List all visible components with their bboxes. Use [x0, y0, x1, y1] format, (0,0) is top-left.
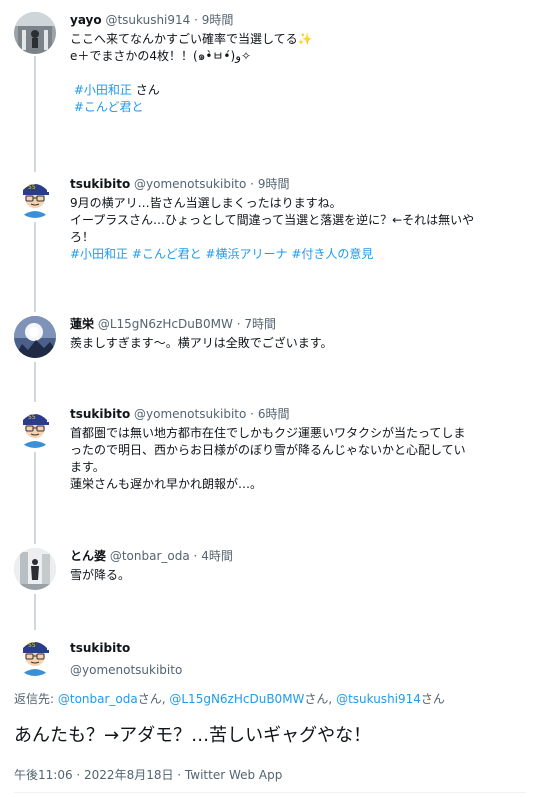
thread-line [34, 222, 36, 312]
tweet-text: 首都圏では無い地方都市在住でしかもクジ運悪いワタクシが当たってしま ったので明日… [70, 425, 530, 493]
user-handle[interactable]: @tonbar_oda [110, 549, 190, 563]
display-name[interactable]: 蓮栄 [70, 317, 94, 331]
tweet-header: 蓮栄 @L15gN6zHcDuB0MW · 7時間 [70, 316, 530, 332]
display-name[interactable]: tsukibito [70, 640, 530, 656]
hashtag-row: #小田和正 #こんど君と #横浜アリーナ #付き人の意見 [70, 246, 530, 263]
tweet-text: ここへ来てなんかすごい確率で当選してる✨ e＋でまさかの4枚！！(๑•̀ㅂ•́)… [70, 31, 530, 116]
tweet-line: 雪が降る。 [70, 568, 131, 582]
tweet-line: ったので明日、西からお日様がのぼり雪が降るんじゃないかと心配してい [70, 443, 466, 457]
tweet-line: ここへ来てなんかすごい確率で当選してる✨ [70, 32, 313, 46]
avatar-cartoon-tsukibito[interactable]: 55 [14, 634, 56, 676]
hashtag-link[interactable]: #横浜アリーナ [205, 247, 287, 261]
tweet-text: 雪が降る。 [70, 567, 530, 584]
tweet-line: 9月の横アリ…皆さん当選しまくったはりますね。 [70, 196, 342, 210]
separator-dot: · [250, 177, 254, 191]
display-name[interactable]: tsukibito [70, 177, 130, 191]
timestamp[interactable]: 9時間 [202, 13, 234, 27]
tweet-line: #こんど君と [70, 99, 530, 116]
svg-text:55: 55 [28, 184, 36, 191]
replying-to: 返信先: @tonbar_odaさん, @L15gN6zHcDuB0MWさん, … [14, 690, 445, 707]
hashtag-link[interactable]: #小田和正 [70, 247, 128, 261]
avatar-cartoon-tsukibito[interactable]: 55 [14, 406, 56, 448]
tweet-line: 蓮栄さんも遅かれ早かれ朗報が…。 [70, 477, 263, 491]
display-name[interactable]: とん婆 [70, 549, 106, 563]
tweet-timestamp-source[interactable]: 午後11:06 · 2022年8月18日 · Twitter Web App [14, 766, 282, 783]
hashtag-link[interactable]: #こんど君と [132, 247, 202, 261]
reply-user-link[interactable]: @tonbar_oda [58, 692, 138, 706]
avatar-photo-tonbaa[interactable] [14, 548, 56, 590]
avatar-cartoon-tsukibito[interactable]: 55 [14, 176, 56, 218]
user-handle[interactable]: @yomenotsukibito [134, 177, 246, 191]
user-handle[interactable]: @yomenotsukibito [70, 662, 530, 678]
user-handle[interactable]: @tsukushi914 [105, 13, 190, 27]
thread-line [34, 56, 36, 172]
separator-dot: · [250, 407, 254, 421]
display-name[interactable]: yayo [70, 13, 102, 27]
tweet-header: yayo @tsukushi914 · 9時間 [70, 12, 530, 28]
divider [14, 792, 526, 793]
tweet-header: tsukibito @yomenotsukibito · 9時間 [70, 176, 530, 192]
separator-dot: · [193, 549, 198, 563]
display-name[interactable]: tsukibito [70, 407, 130, 421]
thread-line [34, 362, 36, 402]
timestamp[interactable]: 4時間 [201, 549, 233, 563]
tweet-line: ろ！ [70, 230, 95, 244]
user-handle[interactable]: @yomenotsukibito [134, 407, 246, 421]
main-tweet-text: あんたも？→アダモ？…苦しいギャグやな！ [14, 725, 372, 746]
reply-suffix: さん [420, 692, 445, 706]
avatar-photo-yayo[interactable] [14, 12, 56, 54]
tweet-text: 9月の横アリ…皆さん当選しまくったはりますね。 イープラスさん…ひょっとして間違… [70, 195, 530, 263]
reply-user-link[interactable]: @tsukushi914 [336, 692, 421, 706]
main-tweet-header: tsukibito @yomenotsukibito [70, 640, 530, 678]
hashtag-link[interactable]: #小田和正 [74, 83, 132, 97]
separator-dot: · [236, 317, 241, 331]
tweet-text: 羨ましすぎます〜。横アリは全敗でございます。 [70, 335, 530, 352]
timestamp[interactable]: 7時間 [244, 317, 276, 331]
tweet-header: tsukibito @yomenotsukibito · 6時間 [70, 406, 530, 422]
timestamp[interactable]: 6時間 [258, 407, 290, 421]
reply-joiner: さん, [304, 692, 337, 706]
tweet-line: 羨ましすぎます〜。横アリは全敗でございます。 [70, 336, 333, 350]
timestamp[interactable]: 9時間 [258, 177, 290, 191]
reply-joiner: さん, [137, 692, 170, 706]
tweet-line: イープラスさん…ひょっとして間違って当選と落選を逆に？←それは無いや [70, 213, 475, 227]
user-handle[interactable]: @L15gN6zHcDuB0MW [98, 317, 233, 331]
svg-text:55: 55 [28, 642, 36, 649]
reply-user-link[interactable]: @L15gN6zHcDuB0MW [169, 692, 304, 706]
hashtag-link[interactable]: #付き人の意見 [291, 247, 373, 261]
tweet-line: ます。 [70, 460, 105, 474]
tweet-line: e＋でまさかの4枚！！(๑•̀ㅂ•́)و✧ [70, 49, 252, 63]
separator-dot: · [194, 13, 198, 27]
avatar-photo-hasuei[interactable] [14, 316, 56, 358]
hashtag-suffix: さん [131, 83, 160, 97]
thread-line [34, 594, 36, 630]
hashtag-link[interactable]: #こんど君と [74, 100, 144, 114]
tweet-line: 首都圏では無い地方都市在住でしかもクジ運悪いワタクシが当たってしま [70, 426, 466, 440]
tweet-header: とん婆 @tonbar_oda · 4時間 [70, 548, 530, 564]
tweet-line: #小田和正 さん [70, 82, 530, 99]
svg-text:55: 55 [28, 414, 36, 421]
thread-line [34, 452, 36, 544]
reply-prefix: 返信先: [14, 692, 58, 706]
